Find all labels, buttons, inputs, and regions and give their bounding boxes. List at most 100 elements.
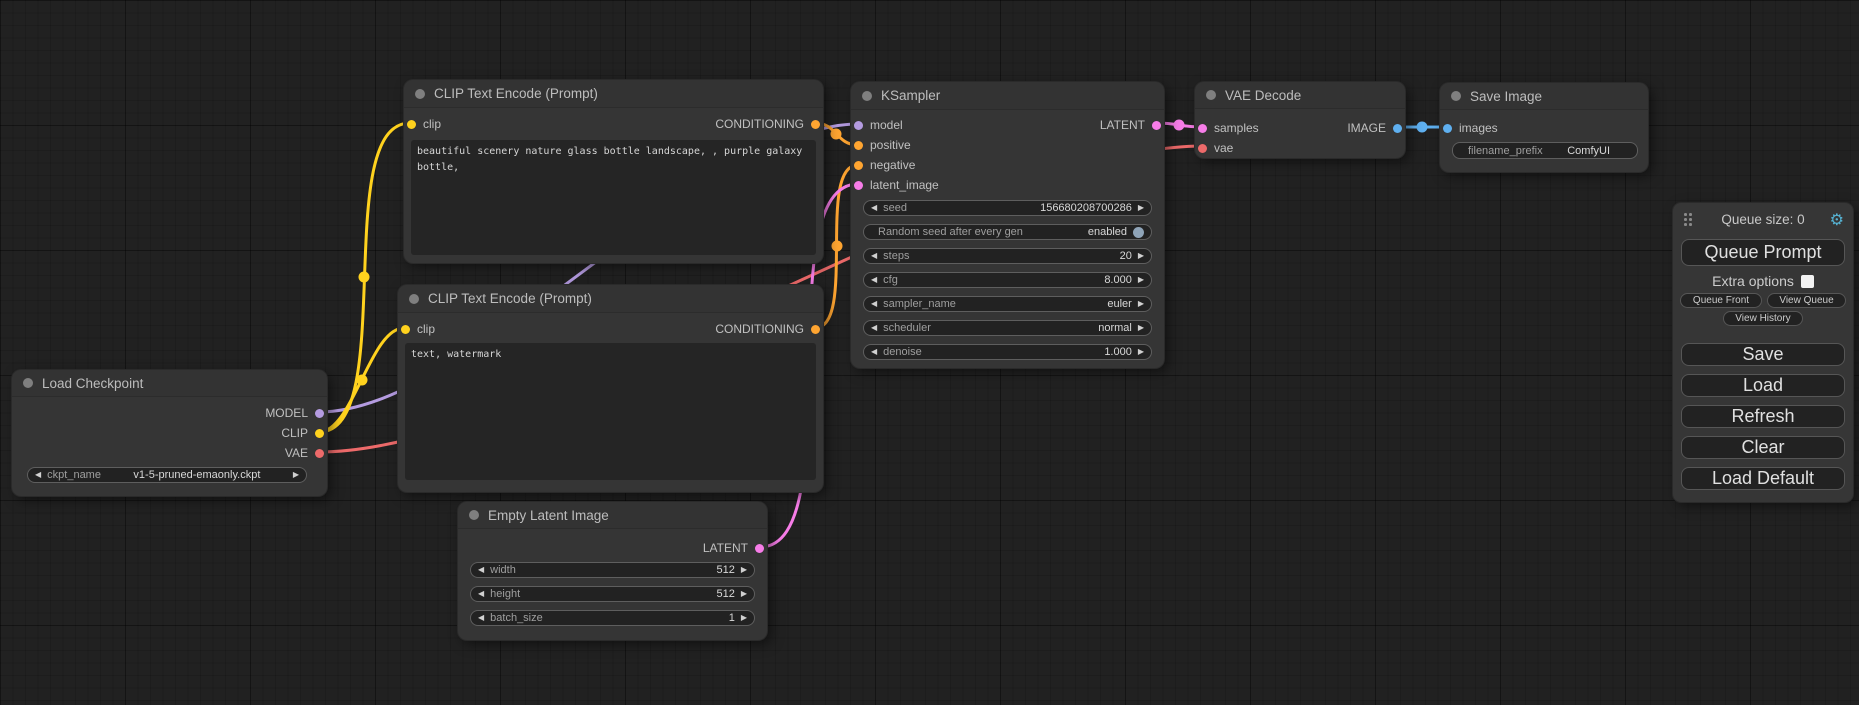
height-widget[interactable]: ◀ height 512 ▶ xyxy=(470,586,755,602)
load-button[interactable]: Load xyxy=(1681,374,1845,397)
output-label: VAE xyxy=(285,446,308,460)
output-label: CONDITIONING xyxy=(715,117,804,131)
wire-midpoint-dot xyxy=(1417,122,1428,133)
slot-row: images xyxy=(1440,118,1648,138)
clip-input-slot[interactable] xyxy=(407,120,416,129)
widget-value: 20 xyxy=(1120,250,1132,262)
decrement-arrow-icon[interactable]: ◀ xyxy=(871,348,877,356)
decrement-arrow-icon[interactable]: ◀ xyxy=(871,204,877,212)
node-clip-text-encode-negative[interactable]: CLIP Text Encode (Prompt) clip CONDITION… xyxy=(398,285,823,492)
output-label: MODEL xyxy=(265,406,308,420)
model-output-slot[interactable] xyxy=(315,409,324,418)
node-collapse-dot-icon[interactable] xyxy=(409,294,419,304)
decrement-arrow-icon[interactable]: ◀ xyxy=(478,614,484,622)
decrement-arrow-icon[interactable]: ◀ xyxy=(871,252,877,260)
increment-arrow-icon[interactable]: ▶ xyxy=(741,614,747,622)
node-clip-text-encode-positive[interactable]: CLIP Text Encode (Prompt) clip CONDITION… xyxy=(404,80,823,263)
extra-options-checkbox[interactable] xyxy=(1801,275,1814,288)
conditioning-output-slot[interactable] xyxy=(811,325,820,334)
vae-input-slot[interactable] xyxy=(1198,144,1207,153)
node-collapse-dot-icon[interactable] xyxy=(23,378,33,388)
wire-midpoint-dot xyxy=(357,375,368,386)
node-title-bar: VAE Decode xyxy=(1195,82,1405,109)
negative-prompt-textarea[interactable]: text, watermark xyxy=(405,343,816,480)
save-button[interactable]: Save xyxy=(1681,343,1845,366)
widget-value: 156680208700286 xyxy=(1040,202,1132,214)
wire-midpoint-dot xyxy=(831,129,842,140)
wire-clip-to-negative-prompt xyxy=(319,328,404,432)
samples-input-slot[interactable] xyxy=(1198,124,1207,133)
positive-prompt-textarea[interactable]: beautiful scenery nature glass bottle la… xyxy=(411,140,816,255)
node-collapse-dot-icon[interactable] xyxy=(1206,90,1216,100)
node-collapse-dot-icon[interactable] xyxy=(1451,91,1461,101)
node-vae-decode[interactable]: VAE Decode samples IMAGE vae xyxy=(1195,82,1405,158)
decrement-arrow-icon[interactable]: ◀ xyxy=(871,276,877,284)
slot-row: latent_image xyxy=(851,175,1164,195)
vae-output-slot[interactable] xyxy=(315,449,324,458)
decrement-arrow-icon[interactable]: ◀ xyxy=(478,590,484,598)
node-graph-canvas[interactable]: Load Checkpoint MODEL CLIP VAE ◀ ckpt_na… xyxy=(0,0,1859,705)
increment-arrow-icon[interactable]: ▶ xyxy=(1138,276,1144,284)
view-queue-button[interactable]: View Queue xyxy=(1767,293,1846,308)
negative-input-slot[interactable] xyxy=(854,161,863,170)
node-collapse-dot-icon[interactable] xyxy=(469,510,479,520)
clip-input-slot[interactable] xyxy=(401,325,410,334)
positive-input-slot[interactable] xyxy=(854,141,863,150)
decrement-arrow-icon[interactable]: ◀ xyxy=(478,566,484,574)
increment-arrow-icon[interactable]: ▶ xyxy=(1138,324,1144,332)
conditioning-output-slot[interactable] xyxy=(811,120,820,129)
queue-panel-header: Queue size: 0 ⚙ xyxy=(1673,210,1853,230)
decrement-arrow-icon[interactable]: ◀ xyxy=(871,324,877,332)
cfg-widget[interactable]: ◀ cfg 8.000 ▶ xyxy=(863,272,1152,288)
increment-arrow-icon[interactable]: ▶ xyxy=(741,566,747,574)
scheduler-widget[interactable]: ◀ scheduler normal ▶ xyxy=(863,320,1152,336)
node-collapse-dot-icon[interactable] xyxy=(862,91,872,101)
width-widget[interactable]: ◀ width 512 ▶ xyxy=(470,562,755,578)
filename-prefix-widget[interactable]: filename_prefix ComfyUI xyxy=(1452,142,1638,159)
random-seed-toggle-widget[interactable]: Random seed after every gen enabled xyxy=(863,224,1152,240)
images-input-slot[interactable] xyxy=(1443,124,1452,133)
ckpt-name-widget[interactable]: ◀ ckpt_name v1-5-pruned-emaonly.ckpt ▶ xyxy=(27,467,307,483)
queue-front-button[interactable]: Queue Front xyxy=(1680,293,1762,308)
node-load-checkpoint[interactable]: Load Checkpoint MODEL CLIP VAE ◀ ckpt_na… xyxy=(12,370,327,496)
queue-prompt-button[interactable]: Queue Prompt xyxy=(1681,239,1845,266)
node-title: Empty Latent Image xyxy=(488,508,609,523)
batch-size-widget[interactable]: ◀ batch_size 1 ▶ xyxy=(470,610,755,626)
clip-output-slot[interactable] xyxy=(315,429,324,438)
increment-arrow-icon[interactable]: ▶ xyxy=(293,471,299,479)
clear-button[interactable]: Clear xyxy=(1681,436,1845,459)
sampler-name-widget[interactable]: ◀ sampler_name euler ▶ xyxy=(863,296,1152,312)
wire-midpoint-dot xyxy=(832,241,843,252)
model-input-slot[interactable] xyxy=(854,121,863,130)
node-collapse-dot-icon[interactable] xyxy=(415,89,425,99)
increment-arrow-icon[interactable]: ▶ xyxy=(1138,300,1144,308)
node-title-bar: Empty Latent Image xyxy=(458,502,767,529)
seed-widget[interactable]: ◀ seed 156680208700286 ▶ xyxy=(863,200,1152,216)
image-output-slot[interactable] xyxy=(1393,124,1402,133)
latent-output-slot[interactable] xyxy=(1152,121,1161,130)
increment-arrow-icon[interactable]: ▶ xyxy=(741,590,747,598)
slot-row: clip CONDITIONING xyxy=(398,319,823,339)
latent-output-slot[interactable] xyxy=(755,544,764,553)
decrement-arrow-icon[interactable]: ◀ xyxy=(871,300,877,308)
node-title-bar: CLIP Text Encode (Prompt) xyxy=(398,285,823,313)
node-empty-latent-image[interactable]: Empty Latent Image LATENT ◀ width 512 ▶ … xyxy=(458,502,767,640)
refresh-button[interactable]: Refresh xyxy=(1681,405,1845,428)
view-history-button[interactable]: View History xyxy=(1723,311,1803,326)
load-default-button[interactable]: Load Default xyxy=(1681,467,1845,490)
increment-arrow-icon[interactable]: ▶ xyxy=(1138,252,1144,260)
steps-widget[interactable]: ◀ steps 20 ▶ xyxy=(863,248,1152,264)
widget-value: 512 xyxy=(716,588,734,600)
decrement-arrow-icon[interactable]: ◀ xyxy=(35,471,41,479)
toggle-dot-icon[interactable] xyxy=(1133,227,1144,238)
settings-gear-icon[interactable]: ⚙ xyxy=(1830,210,1844,230)
latent-image-input-slot[interactable] xyxy=(854,181,863,190)
increment-arrow-icon[interactable]: ▶ xyxy=(1138,348,1144,356)
widget-label: height xyxy=(490,588,520,600)
denoise-widget[interactable]: ◀ denoise 1.000 ▶ xyxy=(863,344,1152,360)
node-ksampler[interactable]: KSampler model LATENT positive negative … xyxy=(851,82,1164,368)
increment-arrow-icon[interactable]: ▶ xyxy=(1138,204,1144,212)
node-save-image[interactable]: Save Image images filename_prefix ComfyU… xyxy=(1440,83,1648,172)
slot-row: positive xyxy=(851,135,1164,155)
widget-value: enabled xyxy=(1088,226,1127,238)
